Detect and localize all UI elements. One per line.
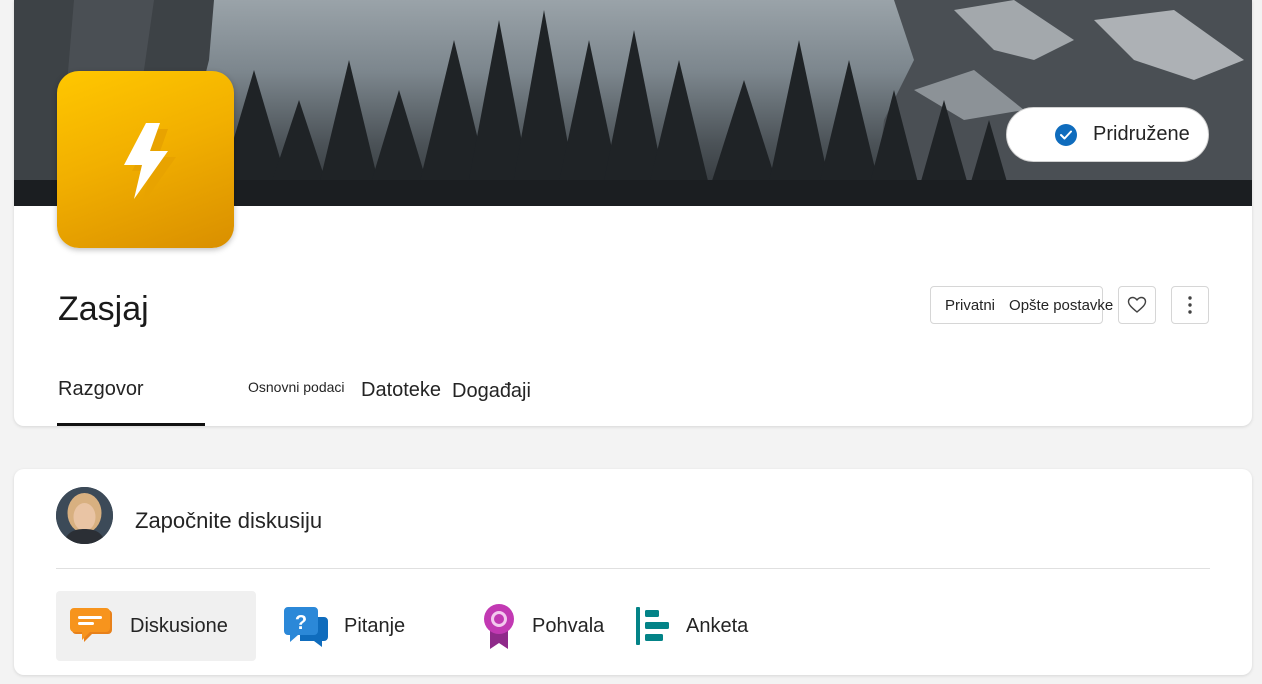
post-type-label: Anketa	[686, 614, 749, 637]
tab-about[interactable]: Osnovni podaci	[248, 379, 345, 395]
tab-files[interactable]: Datoteke	[361, 379, 441, 402]
post-type-label: Pohvala	[532, 614, 605, 637]
more-options-button[interactable]	[1171, 286, 1209, 324]
praise-icon	[482, 603, 516, 649]
lightning-icon	[123, 122, 176, 205]
post-composer: Započnite diskusiju Diskusione ? Pitanje…	[14, 469, 1252, 675]
privacy-label: Privatni	[945, 296, 996, 314]
question-icon: ?	[284, 605, 328, 647]
settings-link[interactable]: Opšte postavke	[1009, 297, 1113, 314]
heart-icon	[1127, 296, 1147, 313]
start-discussion-input[interactable]: Započnite diskusiju	[135, 508, 322, 534]
post-type-discussion[interactable]: Diskusione	[56, 591, 256, 661]
post-type-poll[interactable]: Anketa	[636, 591, 776, 661]
community-page: Pridružene Zasjaj Privatni Opšte postavk…	[0, 0, 1262, 684]
joined-button[interactable]: Pridružene	[1006, 107, 1209, 162]
checkmark-icon	[1055, 123, 1077, 146]
tab-conversation[interactable]: Razgovor	[58, 378, 144, 401]
community-header: Pridružene Zasjaj Privatni Opšte postavk…	[14, 0, 1252, 426]
post-type-label: Pitanje	[344, 614, 406, 637]
community-logo	[57, 71, 234, 248]
more-vertical-icon	[1188, 296, 1192, 314]
svg-text:?: ?	[295, 612, 307, 634]
discussion-icon	[70, 606, 114, 646]
post-type-label: Diskusione	[130, 614, 228, 637]
poll-icon	[636, 607, 670, 645]
joined-label: Pridružene	[1093, 123, 1190, 145]
selected-tab-indicator	[57, 423, 205, 426]
community-meta: Privatni Opšte postavke	[930, 286, 1113, 324]
post-type-question[interactable]: ? Pitanje	[282, 591, 462, 661]
favorite-button[interactable]	[1118, 286, 1156, 324]
avatar	[56, 487, 113, 544]
community-title: Zasjaj	[58, 290, 149, 328]
tab-events[interactable]: Događaji	[452, 380, 531, 403]
post-type-praise[interactable]: Pohvala	[482, 591, 622, 661]
divider	[56, 568, 1210, 569]
community-tabs: Razgovor Osnovni podaci Datoteke Događaj…	[14, 360, 1252, 426]
